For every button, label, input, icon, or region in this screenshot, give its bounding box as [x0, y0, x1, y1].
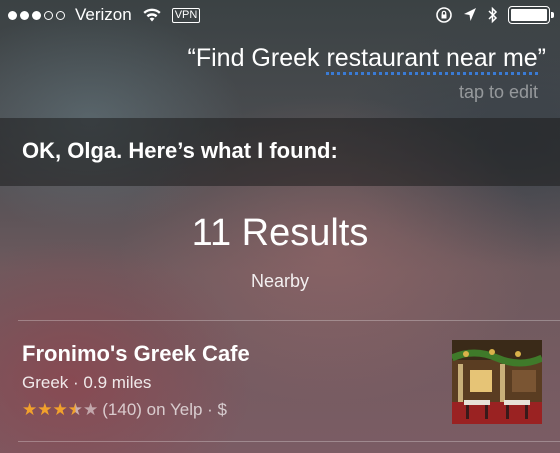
orientation-lock-icon [436, 7, 452, 23]
battery-icon [508, 6, 554, 24]
tap-to-edit-link[interactable]: tap to edit [459, 82, 538, 103]
star-full-icon: ★ [22, 400, 38, 419]
results-subtitle: Nearby [250, 271, 310, 291]
battery-fill [511, 9, 547, 21]
query-close-quote: ” [537, 44, 546, 72]
vpn-badge: VPN [171, 7, 201, 23]
restaurant-photo-image [452, 340, 542, 424]
signal-dot [8, 10, 17, 20]
siri-query[interactable]: “Find Greek restaurant near me” [187, 44, 546, 75]
query-open-quote: “ [187, 44, 196, 72]
wifi-icon [143, 8, 161, 22]
signal-dot [20, 10, 29, 20]
restaurant-result-card[interactable]: Fronimo's Greek Cafe Greek · 0.9 miles ★… [0, 323, 560, 441]
star-half-icon: ★ [67, 400, 83, 419]
carrier-name: Verizon [75, 5, 132, 24]
star-full-icon: ★ [37, 400, 53, 419]
signal-dot [56, 10, 65, 20]
star-full-icon: ★ [52, 400, 68, 419]
restaurant-meta: Greek · 0.9 miles [22, 373, 152, 392]
status-right [435, 6, 554, 24]
signal-strength-icon [8, 10, 65, 20]
siri-response: OK, Olga. Here’s what I found: [22, 138, 338, 163]
restaurant-photo [452, 340, 542, 424]
location-arrow-icon [464, 8, 476, 21]
divider [18, 320, 560, 321]
battery-tip [551, 12, 554, 18]
results-count: 11 Results [191, 212, 369, 254]
query-text: Find Greek [195, 44, 327, 72]
restaurant-name: Fronimo's Greek Cafe [22, 341, 250, 366]
status-left: Verizon VPN [8, 5, 201, 25]
signal-dot [32, 10, 41, 20]
star-empty-icon: ★ [83, 400, 99, 419]
divider [18, 441, 560, 442]
rating-text: (140) on Yelp · $ [102, 400, 228, 419]
star-rating: ★ ★ ★ ★ ★ [22, 400, 98, 420]
query-underlined-text: restaurant near me [326, 44, 538, 75]
bluetooth-icon [488, 6, 498, 24]
signal-dot [44, 10, 53, 20]
restaurant-rating: ★ ★ ★ ★ ★ (140) on Yelp · $ [22, 400, 227, 420]
status-bar: Verizon VPN [0, 0, 560, 30]
